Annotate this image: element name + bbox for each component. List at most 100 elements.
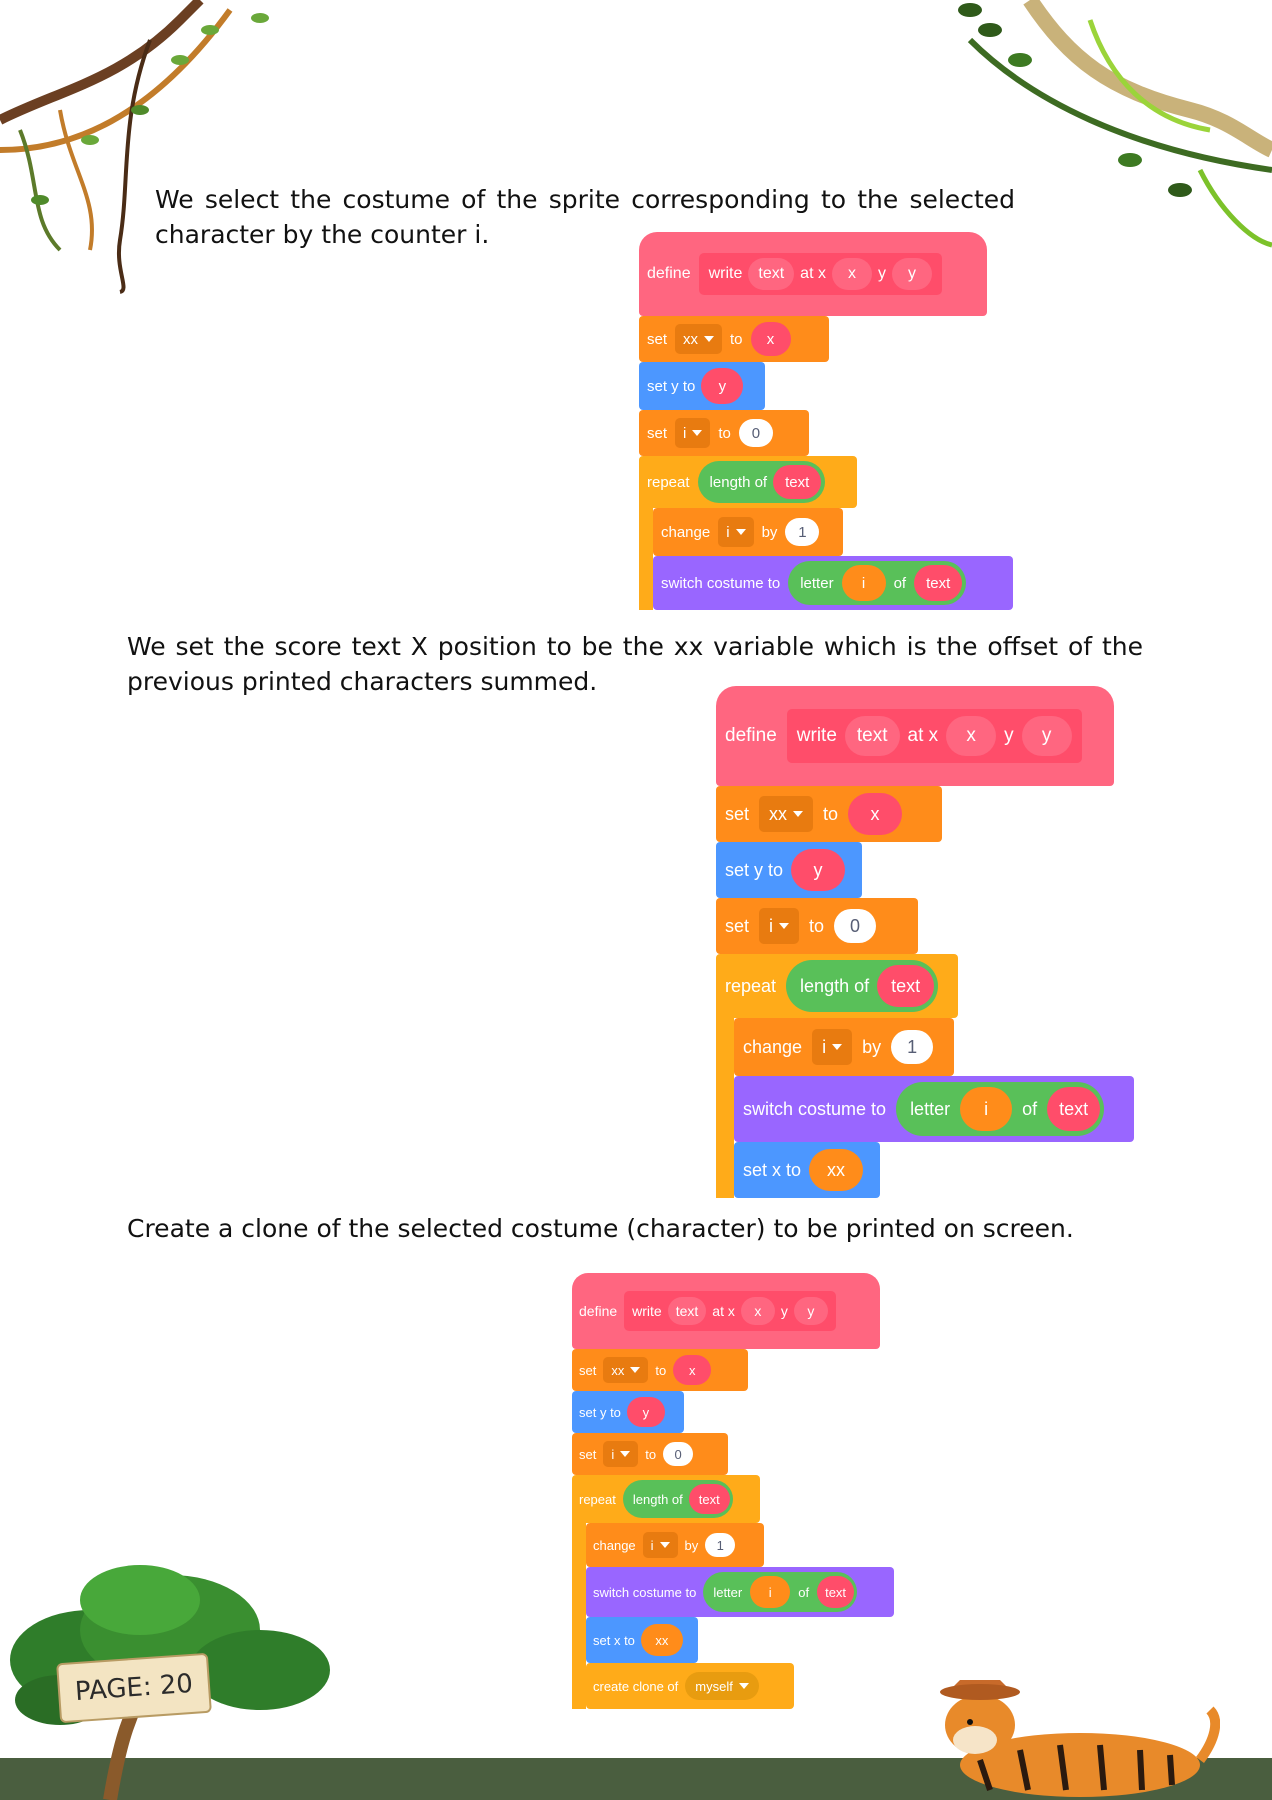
- set-x-block: set x to xx: [734, 1142, 880, 1198]
- define-label: define: [725, 725, 777, 746]
- by-label: by: [761, 523, 778, 541]
- length-of-reporter: length of text: [622, 1480, 733, 1518]
- zero-input[interactable]: 0: [663, 1442, 694, 1466]
- myself-dropdown[interactable]: myself: [685, 1672, 759, 1700]
- text-reporter: text: [877, 965, 935, 1007]
- set-y-block: set y to y: [716, 842, 862, 898]
- change-label: change: [743, 1036, 803, 1057]
- x-param: x: [831, 258, 872, 290]
- letter-reporter: letter i of text: [703, 1572, 858, 1612]
- change-label: change: [661, 523, 711, 541]
- switch-costume-label: switch costume to: [743, 1098, 887, 1119]
- one-input[interactable]: 1: [785, 518, 820, 546]
- x-reporter: x: [673, 1355, 712, 1385]
- i-dropdown[interactable]: i: [812, 1029, 853, 1065]
- set-label: set: [725, 915, 750, 936]
- scratch-script-3: define write text at x x y y set xx to x…: [572, 1273, 902, 1709]
- xx-dropdown[interactable]: xx: [675, 324, 723, 354]
- text-reporter: text: [817, 1576, 855, 1608]
- xx-dropdown[interactable]: xx: [603, 1357, 649, 1383]
- change-i-block: change i by 1: [586, 1523, 764, 1567]
- switch-costume-block: switch costume to letter i of text: [653, 556, 1013, 610]
- set-y-label: set y to: [725, 859, 784, 880]
- y-label: y: [1004, 725, 1014, 746]
- scratch-script-1: define write text at x x y y set xx to x…: [639, 232, 1019, 610]
- chevron-down-icon: [704, 336, 715, 342]
- set-x-block: set x to xx: [586, 1617, 698, 1663]
- one-input[interactable]: 1: [891, 1030, 934, 1064]
- x-param: x: [946, 716, 997, 756]
- i-dropdown[interactable]: i: [675, 418, 711, 448]
- y-label: y: [780, 1303, 788, 1319]
- vine-left-decoration: [0, 0, 269, 294]
- custom-block-proto: write text at x x y y: [624, 1291, 836, 1331]
- one-input[interactable]: 1: [705, 1533, 736, 1557]
- y-param: y: [891, 258, 932, 290]
- i-dropdown[interactable]: i: [642, 1532, 678, 1558]
- i-reporter: i: [750, 1576, 791, 1608]
- set-y-block: set y to y: [572, 1391, 684, 1433]
- xx-reporter: xx: [640, 1624, 683, 1656]
- i-dropdown[interactable]: i: [759, 908, 800, 944]
- text-reporter: text: [773, 465, 822, 499]
- set-label: set: [725, 803, 750, 824]
- repeat-block: repeat length of text: [716, 954, 958, 1018]
- set-y-label: set y to: [647, 377, 696, 395]
- chevron-down-icon: [659, 1542, 670, 1548]
- to-label: to: [809, 915, 825, 936]
- custom-block-proto: write text at x x y y: [698, 253, 942, 295]
- write-label: write: [708, 265, 743, 282]
- set-i-block: set i to 0: [716, 898, 918, 954]
- set-y-label: set y to: [579, 1404, 621, 1420]
- chevron-down-icon: [735, 529, 746, 535]
- switch-costume-label: switch costume to: [593, 1584, 697, 1600]
- chevron-down-icon: [738, 1683, 749, 1689]
- repeat-label: repeat: [647, 473, 690, 491]
- custom-block-proto: write text at x x y y: [786, 709, 1082, 763]
- repeat-block: repeat length of text: [639, 456, 857, 508]
- scratch-script-2: define write text at x x y y set xx to x…: [716, 686, 1136, 1198]
- to-label: to: [718, 424, 731, 442]
- define-block: define write text at x x y y: [716, 686, 1114, 786]
- text-reporter: text: [1047, 1087, 1101, 1131]
- chevron-down-icon: [630, 1367, 641, 1373]
- x-param: x: [740, 1297, 775, 1325]
- text-param: text: [667, 1297, 707, 1325]
- zero-input[interactable]: 0: [834, 909, 877, 943]
- to-label: to: [823, 803, 839, 824]
- letter-reporter: letter i of text: [788, 561, 967, 605]
- switch-costume-block: switch costume to letter i of text: [734, 1076, 1134, 1142]
- change-i-block: change i by 1: [653, 508, 843, 556]
- define-block: define write text at x x y y: [639, 232, 987, 316]
- switch-costume-block: switch costume to letter i of text: [586, 1567, 894, 1617]
- length-of-reporter: length of text: [697, 461, 826, 503]
- set-xx-block: set xx to x: [572, 1349, 748, 1391]
- xx-dropdown[interactable]: xx: [759, 796, 814, 832]
- set-label: set: [579, 1446, 597, 1462]
- create-clone-label: create clone of: [593, 1678, 679, 1694]
- zero-input[interactable]: 0: [738, 419, 773, 447]
- repeat-arm: [572, 1523, 586, 1709]
- repeat-arm: [716, 1018, 734, 1198]
- repeat-label: repeat: [725, 975, 777, 996]
- text-reporter: text: [914, 565, 963, 601]
- i-reporter: i: [960, 1087, 1013, 1131]
- set-i-block: set i to 0: [639, 410, 809, 456]
- i-dropdown[interactable]: i: [603, 1441, 639, 1467]
- y-param: y: [1021, 716, 1072, 756]
- at-x-label: at x: [800, 265, 826, 282]
- chevron-down-icon: [832, 1044, 843, 1050]
- chevron-down-icon: [779, 923, 790, 929]
- at-x-label: at x: [712, 1303, 735, 1319]
- chevron-down-icon: [793, 811, 804, 817]
- create-clone-block: create clone of myself: [586, 1663, 794, 1709]
- tiger-illustration: [940, 1680, 1220, 1797]
- set-label: set: [647, 424, 668, 442]
- y-label: y: [877, 265, 886, 282]
- xx-reporter: xx: [809, 1149, 864, 1191]
- switch-costume-label: switch costume to: [661, 574, 781, 592]
- set-x-label: set x to: [593, 1632, 635, 1648]
- y-reporter: y: [701, 368, 744, 404]
- text-reporter: text: [688, 1484, 730, 1514]
- i-dropdown[interactable]: i: [718, 517, 754, 547]
